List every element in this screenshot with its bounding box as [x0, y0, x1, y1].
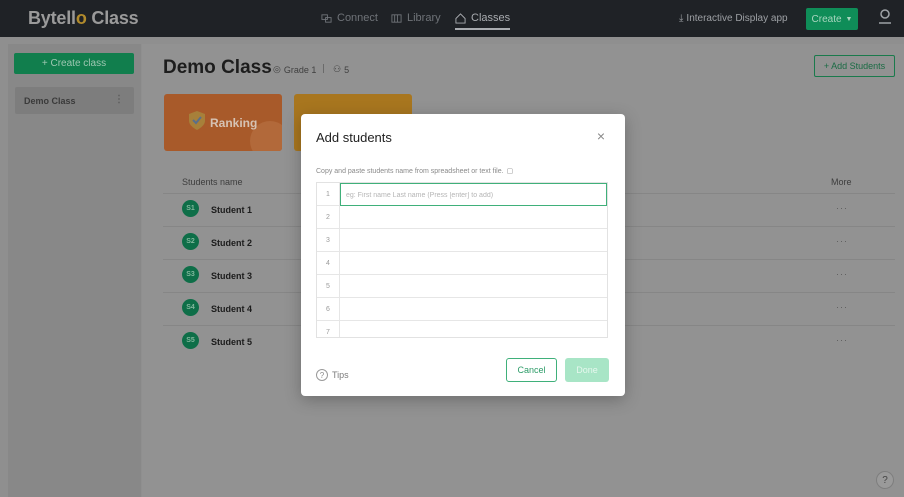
- more-options-icon[interactable]: ⋮: [114, 94, 124, 105]
- nav-classes[interactable]: Classes: [455, 12, 511, 30]
- row-number: 1: [317, 183, 340, 206]
- brand-logo[interactable]: Bytello Class: [28, 8, 139, 29]
- row-more-button[interactable]: ···: [836, 269, 848, 279]
- file-icon: ▢: [506, 168, 514, 175]
- grid-cell[interactable]: [340, 206, 607, 229]
- help-button[interactable]: ?: [876, 471, 894, 489]
- grid-row: 5: [317, 275, 607, 298]
- ranking-label: Ranking: [210, 116, 258, 130]
- row-more-button[interactable]: ···: [836, 302, 848, 312]
- student-name[interactable]: Student 3: [211, 271, 252, 281]
- avatar: S5: [182, 332, 199, 349]
- user-icon[interactable]: [877, 8, 893, 26]
- sidebar-item-demo-class[interactable]: Demo Class ⋮: [15, 87, 134, 114]
- avatar: S4: [182, 299, 199, 316]
- top-bar: Bytello Class Connect Library Classes ⤓ …: [0, 0, 904, 37]
- close-icon[interactable]: ×: [595, 129, 607, 143]
- grid-row: 3: [317, 229, 607, 252]
- grid-cell[interactable]: [340, 321, 607, 337]
- row-more-button[interactable]: ···: [836, 203, 848, 213]
- add-students-dialog: Add students × Copy and paste students n…: [301, 114, 625, 396]
- people-icon: ⚇: [333, 64, 342, 74]
- create-class-button[interactable]: + Create class: [14, 53, 134, 74]
- students-count: ⚇ 5: [333, 64, 350, 75]
- ranking-card[interactable]: Ranking: [164, 94, 282, 151]
- grade-icon: ◎: [273, 64, 281, 74]
- help-circle-icon: ?: [316, 369, 328, 381]
- grid-cell[interactable]: [340, 229, 607, 252]
- grid-row: 1: [317, 183, 607, 206]
- row-number: 3: [317, 229, 340, 252]
- grid-scrollbar[interactable]: [607, 183, 608, 323]
- row-number: 4: [317, 252, 340, 275]
- column-header-more: More: [831, 177, 852, 187]
- grid-row: 6: [317, 298, 607, 321]
- row-more-button[interactable]: ···: [836, 236, 848, 246]
- done-button[interactable]: Done: [565, 358, 609, 382]
- connect-icon: [321, 13, 332, 23]
- student-name[interactable]: Student 5: [211, 337, 252, 347]
- tips-link[interactable]: ? Tips: [316, 369, 349, 381]
- classes-icon: [455, 12, 466, 24]
- grade-badge: ◎ Grade 1: [273, 64, 317, 75]
- download-icon: ⤓: [679, 13, 684, 24]
- row-number: 6: [317, 298, 340, 321]
- column-header-name: Students name: [182, 177, 243, 187]
- nav-connect[interactable]: Connect: [321, 12, 378, 24]
- student-name[interactable]: Student 4: [211, 304, 252, 314]
- grid-row: 7: [317, 321, 607, 337]
- row-number: 5: [317, 275, 340, 298]
- add-students-button[interactable]: + Add Students: [814, 55, 895, 77]
- shield-icon: [189, 111, 205, 130]
- interactive-display-app-link[interactable]: ⤓ Interactive Display app: [679, 13, 788, 24]
- avatar: S1: [182, 200, 199, 217]
- page-title: Demo Class: [163, 57, 272, 78]
- student-name-input[interactable]: [341, 185, 606, 206]
- dialog-title: Add students: [316, 130, 392, 145]
- row-number: 2: [317, 206, 340, 229]
- student-name[interactable]: Student 1: [211, 205, 252, 215]
- grid-cell[interactable]: [340, 252, 607, 275]
- grid-cell[interactable]: [340, 183, 607, 206]
- cancel-button[interactable]: Cancel: [506, 358, 557, 382]
- grid-row: 2: [317, 206, 607, 229]
- avatar: S3: [182, 266, 199, 283]
- caret-down-icon: ▼: [845, 15, 853, 23]
- meta-divider: [323, 64, 324, 73]
- student-entry-grid: 1 2 3 4 5 6 7: [316, 182, 608, 338]
- grid-cell[interactable]: [340, 298, 607, 321]
- grid-cell[interactable]: [340, 275, 607, 298]
- avatar: S2: [182, 233, 199, 250]
- grid-row: 4: [317, 252, 607, 275]
- create-button[interactable]: Create ▼: [806, 8, 858, 30]
- row-number: 7: [317, 321, 340, 337]
- dialog-description: Copy and paste students name from spread…: [316, 167, 514, 176]
- nav-library[interactable]: Library: [391, 12, 441, 24]
- library-icon: [391, 13, 402, 23]
- student-name[interactable]: Student 2: [211, 238, 252, 248]
- row-more-button[interactable]: ···: [836, 335, 848, 345]
